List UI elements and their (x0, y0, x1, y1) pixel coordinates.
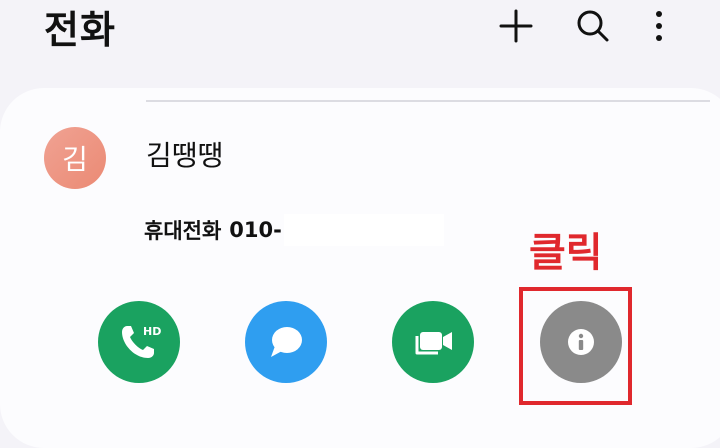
more-options-button[interactable] (637, 6, 681, 46)
add-icon (499, 9, 533, 43)
more-options-icon (656, 11, 662, 41)
avatar[interactable]: 김 (44, 127, 106, 189)
message-button[interactable] (245, 301, 327, 383)
annotation-label: 클릭 (529, 230, 603, 276)
phone-number: 010- (229, 218, 282, 242)
phone-hd-icon: HD (122, 325, 161, 358)
video-camera-icon (415, 332, 452, 355)
avatar-initial: 김 (62, 143, 88, 176)
contact-name: 김땡땡 (146, 139, 224, 172)
hd-voice-call-button[interactable]: HD (98, 301, 180, 383)
phone-number-redaction (283, 214, 444, 246)
phone-row[interactable]: 휴대전화 010- (144, 214, 444, 246)
add-button[interactable] (494, 6, 538, 46)
page-title: 전화 (44, 8, 116, 52)
video-call-button[interactable] (392, 301, 474, 383)
search-button[interactable] (571, 6, 615, 46)
svg-text:HD: HD (143, 325, 161, 338)
annotation-highlight-box (519, 287, 632, 405)
search-icon (577, 10, 609, 42)
divider (146, 100, 710, 102)
message-bubble-icon (271, 327, 302, 357)
phone-label: 휴대전화 (144, 219, 222, 243)
